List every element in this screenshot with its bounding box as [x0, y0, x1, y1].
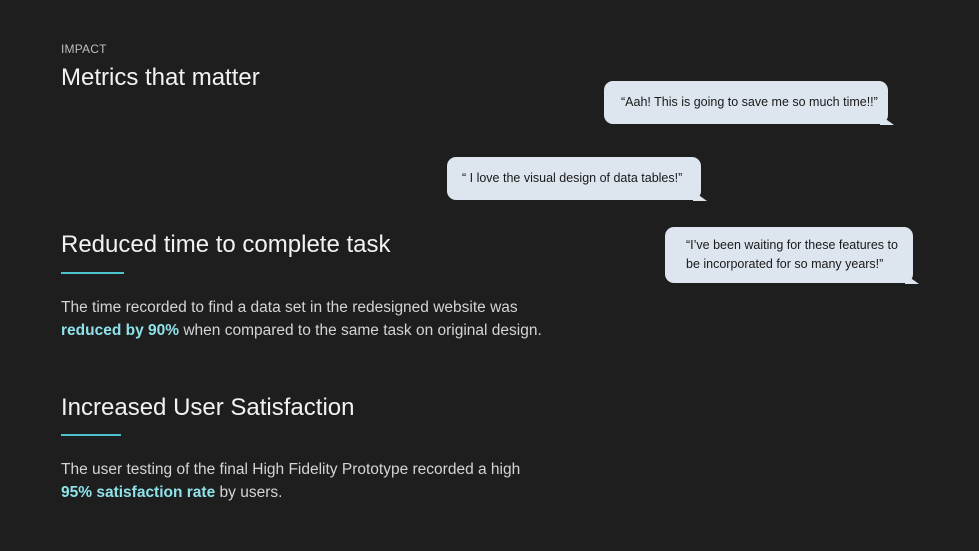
section-heading-reduced-time: Reduced time to complete task	[61, 231, 391, 258]
section-body-satisfaction: The user testing of the final High Fidel…	[61, 458, 601, 504]
quote-bubble: “ I love the visual design of data table…	[447, 157, 707, 201]
bubble-tail	[880, 115, 894, 125]
section-divider	[61, 272, 124, 274]
section-heading-satisfaction: Increased User Satisfaction	[61, 394, 355, 421]
body-text-tail: by users.	[219, 484, 283, 501]
section-body-reduced-time: The time recorded to find a data set in …	[61, 296, 601, 342]
quote-text: “I’ve been waiting for these features to…	[686, 238, 898, 271]
quote-text: “Aah! This is going to save me so much t…	[621, 95, 878, 109]
body-text-tail: when compared to the same task on origin…	[183, 322, 542, 339]
highlight-metric: reduced by 90%	[61, 322, 180, 339]
bubble-tail	[693, 191, 707, 201]
highlight-metric: 95% satisfaction rate	[61, 484, 216, 501]
quote-bubble: “I’ve been waiting for these features to…	[665, 227, 919, 284]
body-text-lead: The time recorded to find a data set in …	[61, 299, 518, 316]
eyebrow-label: IMPACT	[61, 42, 107, 56]
bubble-tail	[905, 274, 919, 284]
quote-text: “ I love the visual design of data table…	[462, 171, 683, 185]
section-divider	[61, 434, 121, 436]
body-text-lead: The user testing of the final High Fidel…	[61, 461, 521, 478]
page-title: Metrics that matter	[61, 64, 260, 91]
quote-bubble: “Aah! This is going to save me so much t…	[604, 81, 894, 125]
